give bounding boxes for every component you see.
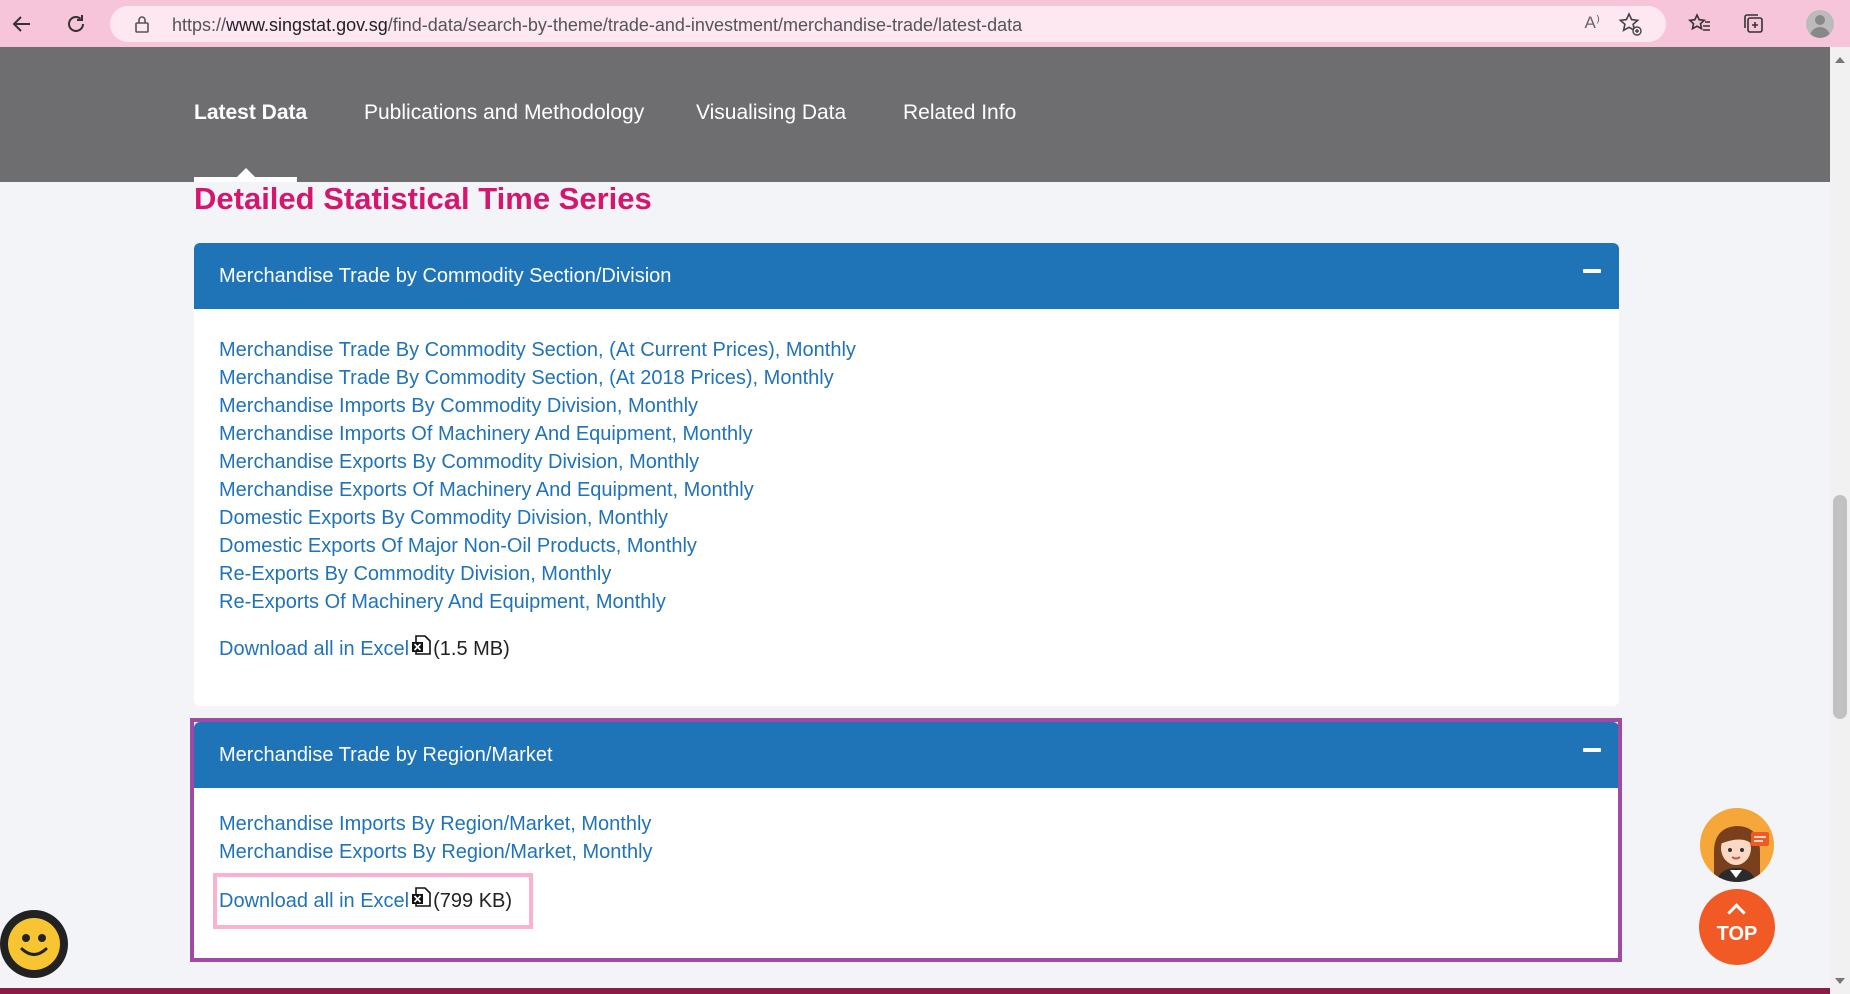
- accordion-title: Merchandise Trade by Commodity Section/D…: [219, 265, 672, 287]
- dataset-link[interactable]: Merchandise Trade By Commodity Section, …: [219, 338, 856, 362]
- download-file-size: (1.5 MB): [433, 638, 510, 660]
- tab-latest-data[interactable]: Latest Data: [194, 101, 307, 125]
- url-text[interactable]: https://www.singstat.gov.sg/find-data/se…: [172, 15, 1022, 36]
- chevron-up-icon: [1727, 903, 1746, 922]
- dataset-link[interactable]: Re-Exports Of Machinery And Equipment, M…: [219, 590, 666, 614]
- collections-icon[interactable]: [1738, 8, 1770, 40]
- page-scrollbar[interactable]: [1830, 47, 1850, 994]
- dataset-link[interactable]: Re-Exports By Commodity Division, Monthl…: [219, 562, 611, 586]
- profile-avatar-icon[interactable]: [1806, 10, 1834, 38]
- collapse-minus-icon[interactable]: [1583, 748, 1601, 752]
- address-bar[interactable]: https://www.singstat.gov.sg/find-data/se…: [110, 6, 1666, 42]
- accordion-title: Merchandise Trade by Region/Market: [219, 744, 553, 766]
- excel-file-icon[interactable]: [411, 635, 431, 663]
- tab-visualising-data[interactable]: Visualising Data: [696, 101, 846, 125]
- accordion-header-region[interactable]: Merchandise Trade by Region/Market: [194, 722, 1619, 788]
- dataset-link[interactable]: Merchandise Imports By Commodity Divisio…: [219, 394, 698, 418]
- download-file-size: (799 KB): [433, 890, 513, 912]
- dataset-link[interactable]: Merchandise Imports Of Machinery And Equ…: [219, 422, 753, 446]
- chatbot-avatar-icon[interactable]: [1700, 808, 1774, 882]
- dataset-link[interactable]: Merchandise Exports By Commodity Divisio…: [219, 450, 699, 474]
- footer-edge: [0, 988, 1830, 994]
- feedback-smiley-icon[interactable]: [0, 910, 68, 978]
- scroll-up-arrow-icon[interactable]: [1835, 57, 1845, 63]
- back-icon[interactable]: [6, 8, 38, 40]
- tab-publications-and-methodology[interactable]: Publications and Methodology: [364, 101, 644, 125]
- dataset-link[interactable]: Domestic Exports By Commodity Division, …: [219, 506, 668, 530]
- browser-toolbar: https://www.singstat.gov.sg/find-data/se…: [0, 0, 1850, 47]
- download-row: Download all in Excel (799 KB): [219, 887, 512, 915]
- accordion-panel-commodity: Merchandise Trade by Commodity Section/D…: [194, 243, 1619, 706]
- excel-file-icon[interactable]: [411, 887, 431, 915]
- active-tab-caret: [237, 168, 255, 177]
- download-excel-link[interactable]: Download all in Excel: [219, 638, 409, 660]
- dataset-link[interactable]: Merchandise Imports By Region/Market, Mo…: [219, 812, 651, 836]
- dataset-link[interactable]: Merchandise Trade By Commodity Section, …: [219, 366, 834, 390]
- tab-related-info[interactable]: Related Info: [903, 101, 1016, 125]
- add-favorite-icon[interactable]: [1618, 12, 1642, 41]
- download-row: Download all in Excel (1.5 MB): [219, 635, 510, 663]
- favorites-icon[interactable]: [1684, 8, 1716, 40]
- lock-icon[interactable]: [134, 15, 150, 38]
- dataset-link[interactable]: Merchandise Exports By Region/Market, Mo…: [219, 840, 653, 864]
- read-aloud-icon[interactable]: A⁾: [1584, 13, 1600, 33]
- refresh-icon[interactable]: [60, 8, 92, 40]
- scroll-thumb[interactable]: [1833, 495, 1847, 719]
- dataset-link[interactable]: Merchandise Exports Of Machinery And Equ…: [219, 478, 754, 502]
- accordion-panel-region: Merchandise Trade by Region/Market Merch…: [194, 722, 1619, 958]
- section-title: Detailed Statistical Time Series: [194, 181, 652, 216]
- back-to-top-button[interactable]: TOP: [1699, 889, 1775, 965]
- dataset-link[interactable]: Domestic Exports Of Major Non-Oil Produc…: [219, 534, 697, 558]
- back-to-top-label: TOP: [1716, 923, 1758, 945]
- accordion-header-commodity[interactable]: Merchandise Trade by Commodity Section/D…: [194, 243, 1619, 309]
- scroll-down-arrow-icon[interactable]: [1835, 978, 1845, 984]
- section-nav: Latest Data Publications and Methodology…: [0, 47, 1830, 182]
- download-excel-link[interactable]: Download all in Excel: [219, 890, 409, 912]
- collapse-minus-icon[interactable]: [1583, 269, 1601, 273]
